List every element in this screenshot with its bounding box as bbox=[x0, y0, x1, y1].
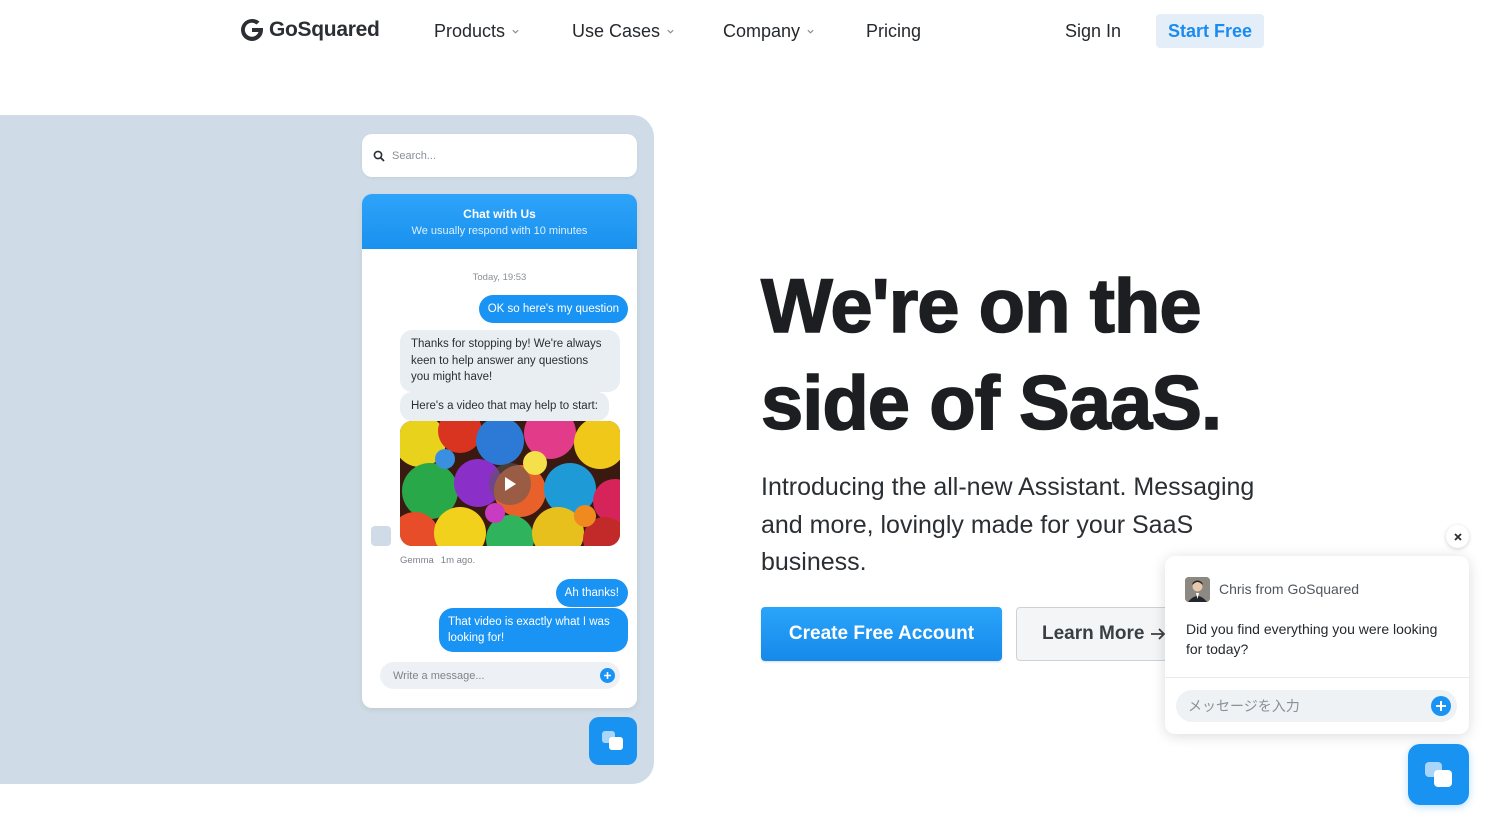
search-placeholder: Search... bbox=[392, 149, 437, 162]
nav-use-cases-label: Use Cases bbox=[572, 21, 661, 41]
nav-company[interactable]: Company bbox=[723, 21, 815, 42]
hero-title-line-2: side of SaaS. bbox=[760, 360, 1223, 447]
sender-avatar bbox=[1185, 577, 1210, 602]
chat-bubbles-icon bbox=[602, 731, 623, 750]
chevron-down-icon bbox=[667, 29, 674, 34]
assistant-popup: Chris from GoSquared Did you find everyt… bbox=[1165, 556, 1469, 734]
create-free-account-button[interactable]: Create Free Account bbox=[761, 607, 1002, 661]
video-thumbnail[interactable] bbox=[400, 421, 620, 546]
nav-pricing[interactable]: Pricing bbox=[866, 21, 921, 42]
logo[interactable]: GoSquared bbox=[239, 17, 380, 43]
sign-in-link[interactable]: Sign In bbox=[1065, 21, 1121, 42]
start-free-button[interactable]: Start Free bbox=[1156, 14, 1264, 48]
nav-company-label: Company bbox=[723, 21, 801, 41]
composer-placeholder: Write a message... bbox=[393, 669, 485, 682]
play-button[interactable] bbox=[489, 463, 531, 505]
popup-sender: Chris from GoSquared bbox=[1219, 581, 1360, 597]
nav-pricing-label: Pricing bbox=[866, 21, 922, 41]
learn-more-button[interactable]: Learn More bbox=[1016, 607, 1181, 661]
agent-meta: Gemma 1m ago. bbox=[400, 555, 475, 566]
hero-title-line-1: We're on the bbox=[760, 263, 1202, 350]
message-composer[interactable]: Write a message... bbox=[380, 662, 620, 689]
top-nav: GoSquared Products Use Cases Company Pri… bbox=[0, 0, 1500, 64]
play-icon bbox=[505, 477, 516, 491]
gosquared-logo-icon bbox=[241, 18, 263, 41]
message-visitor: OK so here's my question bbox=[478, 295, 628, 323]
chevron-down-icon bbox=[807, 29, 814, 34]
demo-chat-window: Chat with Us We usually respond with 10 … bbox=[362, 194, 637, 708]
nav-products[interactable]: Products bbox=[434, 21, 520, 42]
chat-subtitle: We usually respond with 10 minutes bbox=[411, 225, 588, 237]
chat-bubbles-icon bbox=[1424, 761, 1452, 787]
popup-reply-input[interactable]: メッセージを入力 bbox=[1176, 690, 1457, 722]
nav-products-label: Products bbox=[434, 21, 506, 41]
popup-input-placeholder: メッセージを入力 bbox=[1188, 698, 1300, 714]
logo-text: GoSquared bbox=[269, 18, 380, 41]
chat-title: Chat with Us bbox=[463, 207, 536, 221]
search-icon bbox=[373, 150, 385, 162]
popup-close-button[interactable] bbox=[1446, 525, 1469, 548]
plus-icon[interactable] bbox=[1431, 696, 1451, 716]
chat-launcher-button[interactable] bbox=[589, 717, 637, 765]
nav-use-cases[interactable]: Use Cases bbox=[572, 21, 675, 42]
message-agent: Thanks for stopping by! We're always kee… bbox=[400, 330, 620, 392]
demo-search-input[interactable]: Search... bbox=[362, 134, 637, 177]
close-icon bbox=[1453, 532, 1462, 541]
message-visitor: That video is exactly what I was looking… bbox=[439, 608, 628, 652]
chat-timestamp: Today, 19:53 bbox=[472, 272, 527, 283]
learn-more-label: Learn More bbox=[1042, 623, 1145, 644]
message-visitor: Ah thanks! bbox=[555, 579, 628, 607]
hero-title: We're on the side of SaaS. bbox=[760, 258, 1321, 452]
message-agent: Here's a video that may help to start: bbox=[400, 392, 609, 421]
agent-time: 1m ago. bbox=[440, 555, 476, 566]
assistant-launcher-button[interactable] bbox=[1408, 744, 1469, 805]
agent-avatar bbox=[371, 526, 391, 546]
agent-name: Gemma bbox=[400, 555, 434, 566]
popup-divider bbox=[1165, 677, 1469, 678]
popup-message: Did you find everything you were looking… bbox=[1186, 621, 1438, 657]
plus-icon[interactable] bbox=[600, 668, 615, 683]
chevron-down-icon bbox=[512, 29, 519, 34]
chat-header: Chat with Us We usually respond with 10 … bbox=[362, 194, 637, 249]
